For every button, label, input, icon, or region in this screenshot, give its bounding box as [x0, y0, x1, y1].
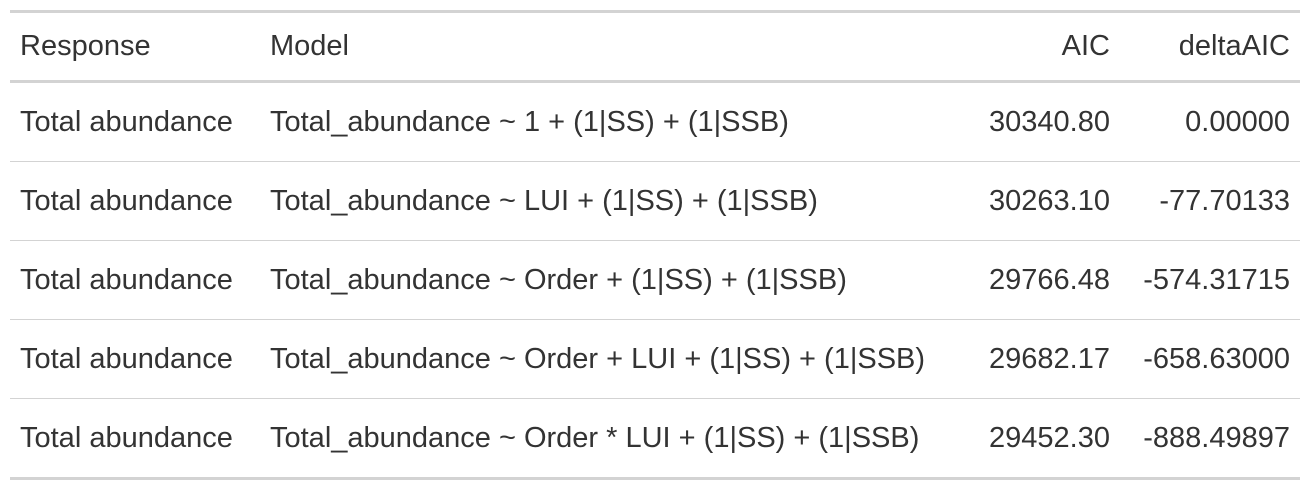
cell-model: Total_abundance ~ Order + LUI + (1|SS) +… [260, 319, 974, 399]
header-response: Response [10, 11, 260, 83]
cell-response: Total abundance [10, 398, 260, 479]
cell-model: Total_abundance ~ Order * LUI + (1|SS) +… [260, 398, 974, 479]
table-row: Total abundance Total_abundance ~ Order … [10, 398, 1300, 479]
cell-model: Total_abundance ~ Order + (1|SS) + (1|SS… [260, 240, 974, 320]
cell-aic: 29682.17 [974, 319, 1120, 399]
model-comparison-table-wrapper: Response Model AIC deltaAIC Total abunda… [10, 10, 1300, 480]
cell-response: Total abundance [10, 161, 260, 241]
header-delta-aic: deltaAIC [1120, 11, 1300, 83]
cell-aic: 30340.80 [989, 105, 1110, 138]
cell-response: Total abundance [20, 105, 233, 138]
table-header: Response Model AIC deltaAIC [10, 11, 1300, 83]
table-row: Total abundance Total_abundance ~ 1 + (1… [10, 82, 1300, 162]
cell-delta-aic: 0.00000 [1185, 105, 1290, 138]
table-row: Total abundance Total_abundance ~ LUI + … [10, 161, 1300, 241]
cell-response: Total abundance [10, 319, 260, 399]
cell-delta-aic: -658.63000 [1120, 319, 1300, 399]
cell-aic: 30263.10 [974, 161, 1120, 241]
cell-delta-aic: -574.31715 [1120, 240, 1300, 320]
cell-delta-aic: -77.70133 [1120, 161, 1300, 241]
cell-delta-aic: -888.49897 [1120, 398, 1300, 479]
table-row: Total abundance Total_abundance ~ Order … [10, 319, 1300, 399]
cell-response: Total abundance [10, 240, 260, 320]
header-row: Response Model AIC deltaAIC [10, 11, 1300, 83]
table-row: Total abundance Total_abundance ~ Order … [10, 240, 1300, 320]
cell-model: Total_abundance ~ 1 + (1|SS) + (1|SSB) [270, 105, 789, 138]
header-model: Model [260, 11, 974, 83]
model-comparison-table: Response Model AIC deltaAIC Total abunda… [10, 10, 1300, 480]
cell-aic: 29452.30 [974, 398, 1120, 479]
table-body: Total abundance Total_abundance ~ 1 + (1… [10, 82, 1300, 479]
cell-model: Total_abundance ~ LUI + (1|SS) + (1|SSB) [260, 161, 974, 241]
header-aic: AIC [974, 11, 1120, 83]
cell-aic: 29766.48 [974, 240, 1120, 320]
